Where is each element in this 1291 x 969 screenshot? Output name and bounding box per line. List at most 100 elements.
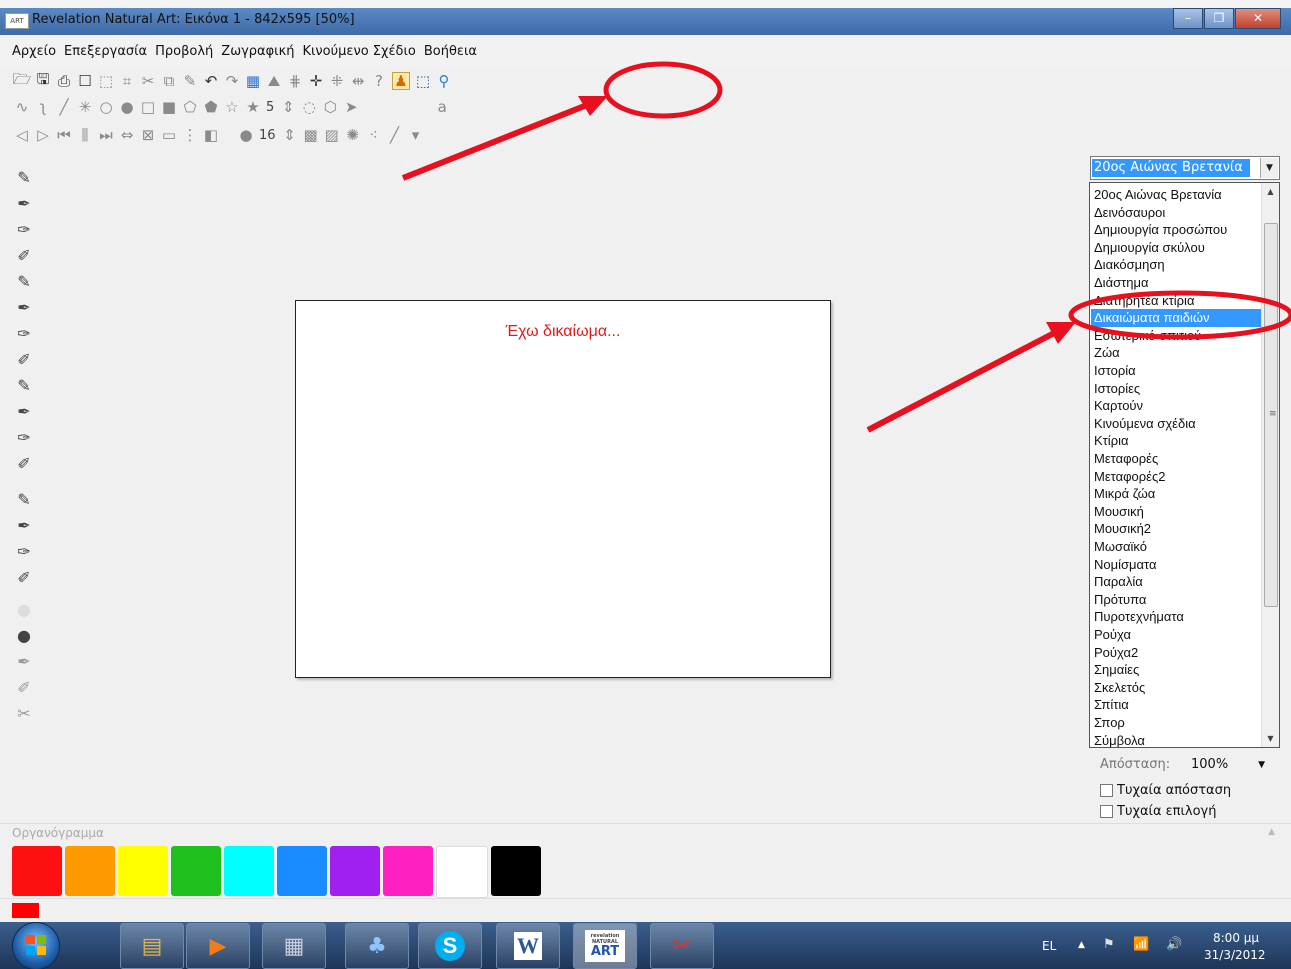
word-taskbar-button[interactable]: W (496, 923, 560, 969)
expand-frames-icon[interactable]: ⇔ (119, 126, 135, 144)
clipart-category-item[interactable]: Μικρά ζώα (1091, 485, 1264, 503)
line-tool-icon[interactable]: ╱ (387, 126, 403, 144)
color-swatch[interactable] (118, 846, 168, 896)
clipart-category-item[interactable]: Ιστορία (1091, 362, 1264, 380)
brush-circle-icon[interactable]: ● (238, 126, 254, 144)
clipart-category-item[interactable]: Δημιουργία προσώπου (1091, 221, 1264, 239)
crayon-icon[interactable]: ✎ (14, 376, 34, 396)
clipart-category-item[interactable]: Διακόσμηση (1091, 256, 1264, 274)
dropdown-icon[interactable]: ▾ (408, 126, 424, 144)
polygon-icon[interactable]: ⬡ (322, 98, 338, 116)
collapse-icon[interactable]: ▲ (1268, 827, 1275, 837)
select-icon[interactable]: ⬚ (98, 72, 114, 90)
flat-brush-icon[interactable]: ✒ (14, 298, 34, 318)
new-page-icon[interactable]: ☐ (77, 72, 93, 90)
chalk-icon[interactable]: ✐ (14, 350, 34, 370)
landscape-icon[interactable]: ⛰ (266, 72, 282, 90)
shape-count[interactable]: 5 (266, 100, 274, 115)
distance-select[interactable]: 100% ▼ (1187, 754, 1273, 776)
clipart-category-item[interactable]: Σπορ (1091, 714, 1264, 732)
color-swatch[interactable] (277, 846, 327, 896)
onion-icon[interactable]: ⋮ (182, 126, 198, 144)
explorer-taskbar-button[interactable]: ▤ (120, 923, 184, 969)
clipart-category-item[interactable]: Ρούχα (1091, 626, 1264, 644)
chevron-down-icon[interactable]: ▼ (1260, 158, 1278, 178)
circle-filled-icon[interactable]: ● (119, 98, 135, 116)
save-icon[interactable]: 🖫 (35, 70, 51, 89)
star-outline-icon[interactable]: ☆ (224, 98, 240, 116)
mirror-icon[interactable]: ⇹ (350, 72, 366, 90)
clipart-category-item[interactable]: Σύμβολα (1091, 732, 1264, 747)
color-swatch[interactable] (12, 846, 62, 896)
open-icon[interactable]: 🗁 (13, 70, 32, 89)
curve-icon[interactable]: ∿ (14, 98, 30, 116)
star-filled-icon[interactable]: ★ (245, 98, 261, 116)
scroll-down-icon[interactable]: ▼ (1262, 730, 1279, 747)
pastel-icon[interactable]: ✒ (14, 402, 34, 422)
messenger-taskbar-button[interactable]: ♣ (345, 923, 409, 969)
ball-icon[interactable]: ● (14, 626, 34, 646)
paintbrush-icon[interactable]: ✎ (14, 272, 34, 292)
revelation-art-taskbar-button[interactable]: revelation NATURAL ART (573, 923, 637, 969)
crosshair-icon[interactable]: ✛ (308, 72, 324, 90)
list-scrollbar[interactable]: ▲ ≡ ▼ (1261, 183, 1279, 747)
clipart-category-item[interactable]: Πυροτεχνήματα (1091, 608, 1264, 626)
drawing-canvas[interactable]: Έχω δικαίωμα... (295, 300, 831, 678)
clipart-category-item[interactable]: Μουσική2 (1091, 520, 1264, 538)
close-button[interactable]: ✕ (1235, 8, 1281, 29)
clipart-category-select[interactable]: 20ος Αιώνας Βρετανία ▼ (1090, 156, 1280, 180)
square-filled-icon[interactable]: ■ (161, 98, 177, 116)
checkbox-box[interactable] (1100, 784, 1113, 797)
calligraphy-icon[interactable]: ✒ (14, 516, 34, 536)
pentagon-outline-icon[interactable]: ⬠ (182, 98, 198, 116)
ink-pen-icon[interactable]: ✎ (14, 490, 34, 510)
network-icon[interactable]: 📶 (1133, 937, 1149, 952)
lasso-icon[interactable]: ◌ (301, 98, 317, 116)
clipart-category-item[interactable]: Διατηρητέα κτίρια (1091, 292, 1264, 310)
help-icon[interactable]: ? (371, 72, 387, 90)
clipart-category-item[interactable]: Σπίτια (1091, 696, 1264, 714)
last-frame-icon[interactable]: ⏭ (98, 126, 114, 144)
print-icon[interactable]: ⎙ (56, 72, 72, 90)
clipart-category-item[interactable]: Σκελετός (1091, 679, 1264, 697)
color-swatch[interactable] (491, 846, 541, 896)
spinner-icon[interactable]: ⇕ (280, 98, 296, 116)
symmetry-icon[interactable]: ⁜ (329, 72, 345, 90)
clipart-category-item[interactable]: 20ος Αιώνας Βρετανία (1091, 186, 1264, 204)
gradient-icon[interactable]: ▦ (245, 72, 261, 90)
grid-icon[interactable]: ⋕ (287, 72, 303, 90)
pen-icon[interactable]: ✑ (14, 220, 34, 240)
menu-paint[interactable]: Ζωγραφική (221, 44, 294, 59)
clock-date[interactable]: 31/3/2012 (1204, 948, 1266, 962)
layers-icon[interactable]: ◧ (203, 126, 219, 144)
texture-1-icon[interactable]: ▩ (303, 126, 319, 144)
paint-taskbar-button[interactable]: ✂ (650, 923, 714, 969)
brush-icon[interactable]: ✐ (14, 246, 34, 266)
clipart-category-list[interactable]: 20ος Αιώνας Βρετανία Δεινόσαυροι Δημιουργί… (1089, 182, 1280, 748)
smudge-icon[interactable]: ✐ (14, 568, 34, 588)
fine-brush-icon[interactable]: ✑ (14, 324, 34, 344)
clipart-category-item[interactable]: Δημιουργία σκύλου (1091, 239, 1264, 257)
color-swatch[interactable] (436, 846, 488, 898)
clipart-category-item[interactable]: Καρτούν (1091, 397, 1264, 415)
undo-icon[interactable]: ↶ (203, 72, 219, 90)
arrow-shape-icon[interactable]: ➤ (343, 98, 359, 116)
circle-outline-icon[interactable]: ○ (98, 98, 114, 116)
marker-icon[interactable]: ✒ (14, 194, 34, 214)
media-player-taskbar-button[interactable]: ▶ (186, 923, 250, 969)
pencil-icon[interactable]: ✎ (14, 168, 34, 188)
cut-icon[interactable]: ✂ (140, 72, 156, 90)
texture-4-icon[interactable]: ⁖ (366, 126, 382, 144)
random-distance-checkbox[interactable]: Τυχαία απόσταση (1100, 783, 1231, 798)
menu-edit[interactable]: Επεξεργασία (64, 44, 147, 59)
clipart-category-item[interactable]: Δικαιώματα παιδιών (1091, 309, 1264, 328)
clipart-category-item[interactable]: Νομίσματα (1091, 556, 1264, 574)
frames-icon[interactable]: ⫼ (77, 126, 93, 144)
checkbox-box[interactable] (1100, 805, 1113, 818)
menu-file[interactable]: Αρχείο (12, 44, 56, 59)
action-center-icon[interactable]: ⚑ (1103, 937, 1115, 952)
color-swatch[interactable] (65, 846, 115, 896)
clipart-category-item[interactable]: Ρούχα2 (1091, 644, 1264, 662)
copy-icon[interactable]: ⧉ (161, 72, 177, 90)
clipart-category-item[interactable]: Ιστορίες (1091, 380, 1264, 398)
